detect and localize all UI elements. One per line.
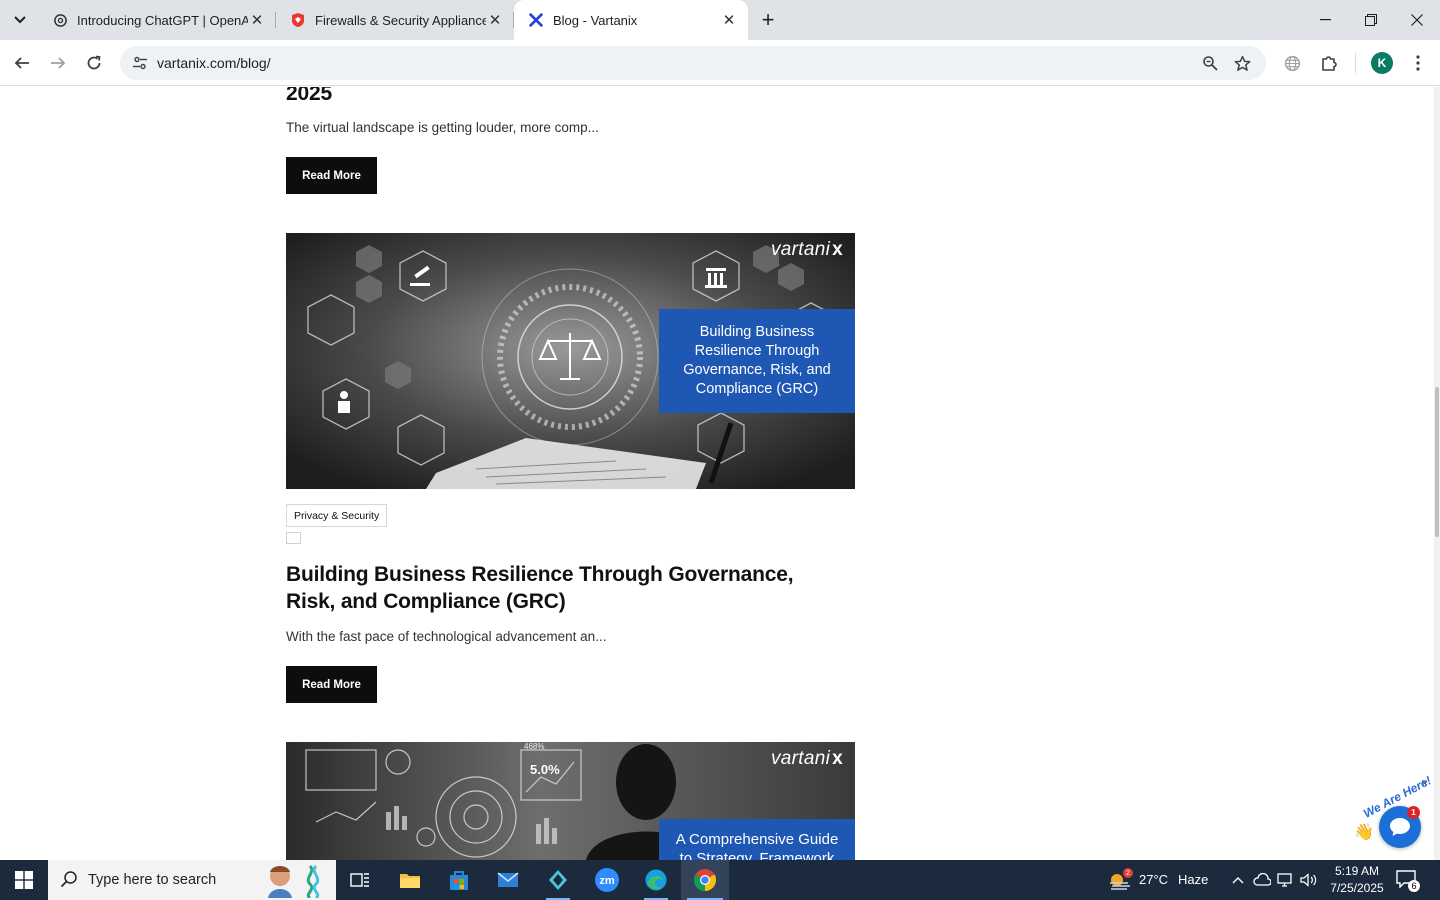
onedrive-cloud-icon[interactable] [1253, 872, 1271, 888]
back-button[interactable] [7, 48, 37, 78]
zoom-app[interactable]: zm [583, 860, 631, 900]
reload-button[interactable] [79, 48, 109, 78]
chrome-app[interactable] [681, 860, 729, 900]
chat-bubble-icon [1390, 818, 1410, 836]
tab-title: Introducing ChatGPT | OpenAI [77, 12, 248, 28]
search-placeholder: Type here to search [88, 872, 217, 888]
notification-count: 6 [1408, 880, 1420, 892]
close-icon[interactable]: ✕ [486, 11, 504, 29]
minimize-icon [1319, 19, 1331, 21]
network-icon[interactable] [1277, 872, 1295, 888]
restore-icon [1365, 14, 1377, 26]
reload-icon [87, 55, 101, 70]
tab-title: Firewalls & Security Appliances [315, 12, 486, 28]
vartanix-icon [528, 12, 544, 28]
page-viewport: 2025 The virtual landscape is getting lo… [0, 87, 1440, 860]
show-hidden-icons-chevron-icon[interactable] [1229, 872, 1247, 888]
edge-app[interactable] [632, 860, 680, 900]
post-meta-placeholder [286, 532, 301, 544]
scrollbar-thumb[interactable] [1435, 387, 1439, 537]
toolbar-divider [1355, 53, 1356, 73]
search-icon [60, 870, 78, 893]
site-info-icon[interactable] [128, 51, 152, 75]
tab-title: Blog - Vartanix [553, 12, 638, 28]
stat-value: 5.0% [530, 762, 560, 777]
fortinet-icon [290, 12, 306, 28]
volume-icon[interactable] [1300, 872, 1318, 888]
kite-app[interactable] [534, 860, 582, 900]
category-tag[interactable]: Privacy & Security [286, 504, 388, 527]
mail-icon [497, 872, 519, 887]
search-highlight-illustration [268, 864, 320, 898]
zoom-icon[interactable] [1198, 51, 1222, 75]
clock-date: 7/25/2025 [1330, 881, 1384, 895]
bookmark-star-icon[interactable] [1230, 51, 1254, 75]
post-title[interactable]: 2025 [286, 87, 846, 107]
weather-alert-badge: 2 [1123, 868, 1133, 878]
close-icon [1411, 14, 1423, 26]
read-more-button[interactable]: Read More [286, 157, 377, 194]
extensions-puzzle-icon[interactable] [1316, 50, 1342, 76]
tab-vartanix-blog[interactable]: Blog - Vartanix ✕ [514, 0, 748, 40]
post-excerpt: With the fast pace of technological adva… [286, 629, 607, 644]
file-explorer-app[interactable] [386, 860, 434, 900]
tab-strip: Introducing ChatGPT | OpenAI ✕ Firewalls… [0, 0, 1440, 40]
chevron-down-icon [14, 16, 26, 24]
svg-text:zm: zm [599, 875, 615, 887]
address-bar[interactable]: vartanix.com/blog/ [120, 46, 1266, 80]
mail-app[interactable] [484, 860, 532, 900]
stat-small: 468% [524, 742, 544, 751]
page-scrollbar[interactable] [1434, 87, 1440, 860]
task-view-button[interactable] [336, 860, 384, 900]
more-menu-icon[interactable] [1405, 50, 1431, 76]
minimize-button[interactable] [1302, 0, 1348, 40]
read-more-button[interactable]: Read More [286, 666, 377, 703]
translate-globe-icon[interactable] [1279, 50, 1305, 76]
clock-time: 5:19 AM [1334, 864, 1380, 878]
store-bag-icon [450, 871, 468, 890]
windows-logo-icon [15, 871, 33, 889]
back-arrow-icon [14, 57, 29, 69]
vartanix-logo: vartani x [770, 748, 843, 769]
url-text[interactable]: vartanix.com/blog/ [157, 55, 271, 71]
folder-icon [400, 874, 420, 888]
notification-center-button[interactable]: 6 [1396, 870, 1420, 892]
close-icon[interactable]: ✕ [720, 11, 738, 29]
restore-button[interactable] [1348, 0, 1394, 40]
vartanix-logo: vartani x [770, 239, 843, 260]
image-caption-banner: A Comprehensive Guide to Strategy, Frame… [659, 819, 855, 860]
tab-search-button[interactable] [6, 6, 34, 34]
forward-button[interactable] [43, 48, 73, 78]
chat-unread-badge: 1 [1407, 806, 1420, 819]
task-view-icon [350, 873, 369, 887]
forward-arrow-icon [51, 57, 66, 69]
browser-toolbar: vartanix.com/blog/ K [0, 40, 1440, 86]
microsoft-store-app[interactable] [435, 860, 483, 900]
edge-icon [645, 869, 667, 891]
post-excerpt: The virtual landscape is getting louder,… [286, 120, 599, 135]
taskbar-search[interactable]: Type here to search [48, 860, 336, 900]
windows-taskbar: Type here to search zm 2 27°C Haze 5:19 … [0, 860, 1440, 900]
close-icon[interactable]: ✕ [248, 11, 266, 29]
profile-avatar[interactable]: K [1371, 52, 1393, 74]
chrome-icon [694, 869, 716, 891]
post-title[interactable]: Building Business Resilience Through Gov… [286, 561, 846, 615]
kite-diamond-icon [549, 870, 567, 890]
waving-hand-icon: 👋 [1354, 824, 1374, 841]
weather-desc[interactable]: Haze [1178, 872, 1208, 887]
openai-icon [52, 12, 68, 28]
close-window-button[interactable] [1394, 0, 1440, 40]
weather-temp[interactable]: 27°C [1139, 872, 1168, 887]
image-caption-banner: Building Business Resilience Through Gov… [659, 309, 855, 413]
zoom-icon: zm [595, 868, 619, 892]
tab-firewalls[interactable]: Firewalls & Security Appliances ✕ [276, 0, 514, 40]
next-post-featured-image[interactable]: 5.0% 468% vartani x A Comprehensive Guide… [286, 742, 855, 860]
new-tab-button[interactable]: + [756, 8, 780, 32]
start-button[interactable] [0, 860, 48, 900]
taskbar-clock[interactable]: 5:19 AM 7/25/2025 [1322, 863, 1392, 897]
tab-chatgpt[interactable]: Introducing ChatGPT | OpenAI ✕ [38, 0, 276, 40]
post-featured-image[interactable]: vartani x Building Business Resilience Th… [286, 233, 855, 489]
